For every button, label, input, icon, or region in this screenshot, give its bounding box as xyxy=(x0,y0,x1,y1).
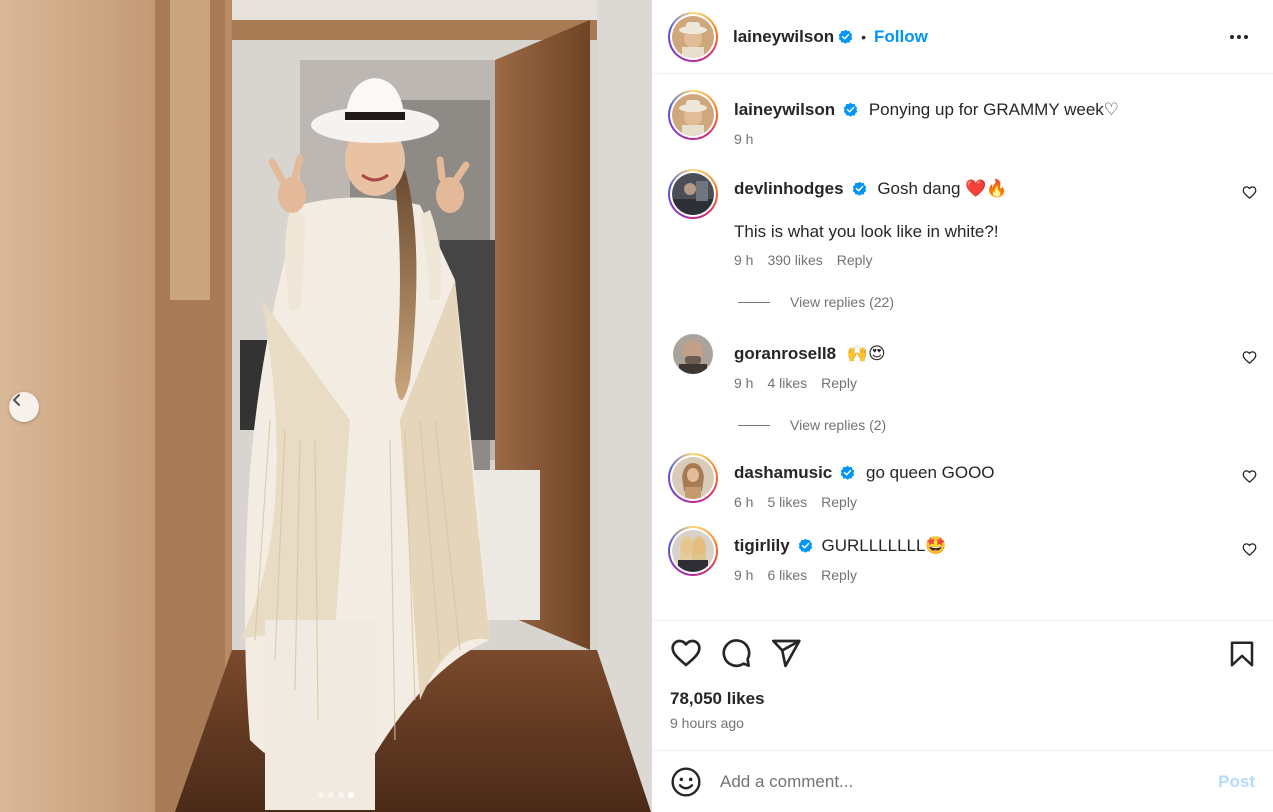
verified-badge-icon xyxy=(843,102,858,117)
comment-username[interactable]: devlinhodges xyxy=(734,179,844,198)
avatar-image xyxy=(672,457,714,499)
post-photo xyxy=(0,0,651,812)
comment-text: Gosh dang ❤️🔥 xyxy=(877,179,1008,198)
comment-avatar[interactable] xyxy=(668,526,718,576)
heart-icon[interactable] xyxy=(670,637,702,669)
comment-username[interactable]: tigirlily xyxy=(734,536,790,555)
comment-time[interactable]: 9 h xyxy=(734,252,753,268)
post-comment-button[interactable]: Post xyxy=(1218,772,1255,792)
previous-slide-button[interactable] xyxy=(9,392,39,422)
verified-badge-icon xyxy=(852,181,866,196)
likes-count[interactable]: 78,050 likes xyxy=(670,689,1255,709)
add-comment-bar: Post xyxy=(652,750,1273,812)
view-replies-label: View replies (22) xyxy=(790,294,895,310)
comment-time[interactable]: 9 h xyxy=(734,375,753,391)
comment-text-second-line: This is what you look like in white?! xyxy=(734,222,999,241)
view-replies-button[interactable]: View replies (22) xyxy=(738,294,1257,310)
reply-button[interactable]: Reply xyxy=(837,252,873,268)
action-icons xyxy=(670,637,1255,669)
post-actions: 78,050 likes 9 hours ago xyxy=(652,620,1273,750)
avatar-image xyxy=(672,15,714,58)
comment-avatar[interactable] xyxy=(673,334,713,374)
caption-text-line: laineywilson Ponying up for GRAMMY week♡ xyxy=(734,99,1257,121)
like-comment-heart-icon[interactable] xyxy=(1242,185,1257,200)
comment-avatar[interactable] xyxy=(668,169,718,219)
author-avatar[interactable] xyxy=(668,11,718,62)
emoji-icon[interactable] xyxy=(670,766,702,798)
comment-username[interactable]: dashamusic xyxy=(734,463,832,482)
caption-username[interactable]: laineywilson xyxy=(734,100,835,119)
comment-text-line: devlinhodges Gosh dang ❤️🔥 xyxy=(734,178,1257,200)
separator-dot: • xyxy=(861,28,866,45)
bookmark-icon[interactable] xyxy=(1227,639,1257,669)
replies-divider xyxy=(738,424,770,426)
comment-meta: 9 h 6 likes Reply xyxy=(734,567,1257,583)
caption-text: Ponying up for GRAMMY week♡ xyxy=(868,100,1120,119)
comment-text: 🙌😍 xyxy=(846,344,886,363)
comment-username[interactable]: goranrosell8 xyxy=(734,344,836,363)
comment-time[interactable]: 6 h xyxy=(734,494,753,510)
carousel-dot-active xyxy=(347,792,354,798)
post-timestamp[interactable]: 9 hours ago xyxy=(670,715,1255,731)
comment-item: tigirlily GURLLLLLLL🤩 9 h 6 likes Reply xyxy=(668,526,1257,583)
comment-text-line: dashamusic go queen GOOO xyxy=(734,462,1257,484)
reply-button[interactable]: Reply xyxy=(821,494,857,510)
like-comment-heart-icon[interactable] xyxy=(1242,542,1257,557)
verified-badge-icon xyxy=(798,538,812,553)
like-comment-heart-icon[interactable] xyxy=(1242,469,1257,484)
caption-time[interactable]: 9 h xyxy=(734,131,753,147)
carousel-dot xyxy=(337,792,344,798)
more-options-icon[interactable] xyxy=(1227,25,1251,49)
comment-input[interactable] xyxy=(720,771,1219,792)
post-side-panel: laineywilson • Follow laineywilson Ponyi… xyxy=(651,0,1273,812)
comment-item: dashamusic go queen GOOO 6 h 5 likes Rep… xyxy=(668,453,1257,510)
comment-meta: 9 h 4 likes Reply xyxy=(734,375,1257,391)
caption-row: laineywilson Ponying up for GRAMMY week♡… xyxy=(668,90,1257,147)
comments-list[interactable]: laineywilson Ponying up for GRAMMY week♡… xyxy=(652,74,1273,620)
comment-text-line: goranrosell8 🙌😍 xyxy=(734,343,1257,365)
avatar-image xyxy=(672,94,714,136)
carousel-dot xyxy=(327,792,334,798)
chevron-left-icon xyxy=(12,394,20,406)
comment-likes[interactable]: 6 likes xyxy=(767,567,807,583)
carousel-dot xyxy=(317,792,324,798)
comment-likes[interactable]: 4 likes xyxy=(767,375,807,391)
comment-time[interactable]: 9 h xyxy=(734,567,753,583)
replies-divider xyxy=(738,301,770,303)
comment-meta: 9 h 390 likes Reply xyxy=(734,252,1257,268)
comment-avatar[interactable] xyxy=(668,453,718,503)
comment-text-line: tigirlily GURLLLLLLL🤩 xyxy=(734,535,1257,557)
comment-meta: 6 h 5 likes Reply xyxy=(734,494,1257,510)
carousel-indicators xyxy=(0,792,651,798)
reply-button[interactable]: Reply xyxy=(821,567,857,583)
comment-item: devlinhodges Gosh dang ❤️🔥 This is what … xyxy=(668,169,1257,268)
like-comment-heart-icon[interactable] xyxy=(1242,350,1257,365)
comment-likes[interactable]: 5 likes xyxy=(767,494,807,510)
verified-badge-icon xyxy=(841,465,855,480)
follow-button[interactable]: Follow xyxy=(874,27,928,47)
comment-text: go queen GOOO xyxy=(866,463,995,482)
post-media[interactable] xyxy=(0,0,651,812)
comment-item: goranrosell8 🙌😍 9 h 4 likes Reply xyxy=(668,334,1257,391)
caption-avatar[interactable] xyxy=(668,90,718,140)
author-username[interactable]: laineywilson xyxy=(733,27,834,47)
reply-button[interactable]: Reply xyxy=(821,375,857,391)
verified-badge-icon xyxy=(838,29,853,44)
comment-icon[interactable] xyxy=(720,637,752,669)
avatar-image xyxy=(672,173,714,215)
view-replies-label: View replies (2) xyxy=(790,417,887,433)
caption-meta: 9 h xyxy=(734,131,1257,147)
comment-likes[interactable]: 390 likes xyxy=(767,252,822,268)
avatar-image xyxy=(673,334,713,374)
view-replies-button[interactable]: View replies (2) xyxy=(738,417,1257,433)
post-header: laineywilson • Follow xyxy=(652,0,1273,74)
share-icon[interactable] xyxy=(770,637,802,669)
post-dialog: laineywilson • Follow laineywilson Ponyi… xyxy=(0,0,1273,812)
comment-text: GURLLLLLLL🤩 xyxy=(821,536,947,555)
avatar-image xyxy=(672,530,714,572)
